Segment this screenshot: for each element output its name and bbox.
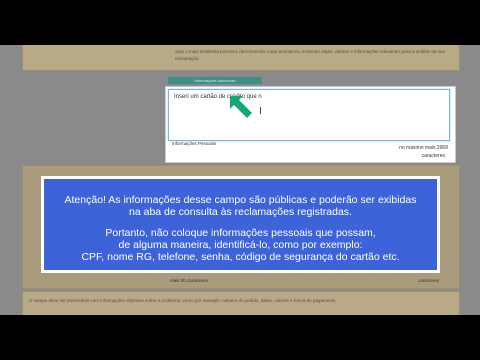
faded-field-label: Informações Pessoais xyxy=(172,141,217,146)
privacy-warning-box: Atenção! As informações desse campo são … xyxy=(41,176,440,273)
char-counter-unit: caracteres xyxy=(421,153,445,159)
warning-line-1: Atenção! As informações desse campo são … xyxy=(64,194,417,206)
warning-line-2: na aba de consulta às reclamações regist… xyxy=(129,206,352,218)
char-counter-remaining: no máximo mais 2968 xyxy=(399,145,448,151)
text-cursor-icon xyxy=(260,107,261,114)
warning-line-5: CPF, nome RG, telefone, senha, código de… xyxy=(81,251,400,263)
tab-additional-info[interactable]: Informações adicionais xyxy=(168,77,262,84)
form-card-bottom: O campo deve ser preenchido com informaç… xyxy=(22,291,460,315)
field-hint-top: Seja o mais detalhista possível, descrev… xyxy=(175,49,445,61)
video-letterbox-bottom xyxy=(0,315,480,360)
pointer-arrow-icon xyxy=(230,96,252,118)
min-chars-label: mais 30 caracteres xyxy=(170,278,209,283)
chars-label: caracteres xyxy=(418,278,440,283)
form-card-top: Seja o mais detalhista possível, descrev… xyxy=(22,45,460,71)
video-letterbox-top xyxy=(0,0,480,45)
complaint-textarea[interactable]: Inseri um cartão de crédito que n xyxy=(168,89,450,141)
warning-line-4: de alguma maneira, identificá-lo, como p… xyxy=(118,239,363,251)
warning-line-3: Portanto, não coloque informações pessoa… xyxy=(105,227,376,239)
field-hint-bottom: O campo deve ser preenchido com informaç… xyxy=(29,298,337,303)
char-counter: no máximo mais 2968 caracteres xyxy=(380,144,448,160)
